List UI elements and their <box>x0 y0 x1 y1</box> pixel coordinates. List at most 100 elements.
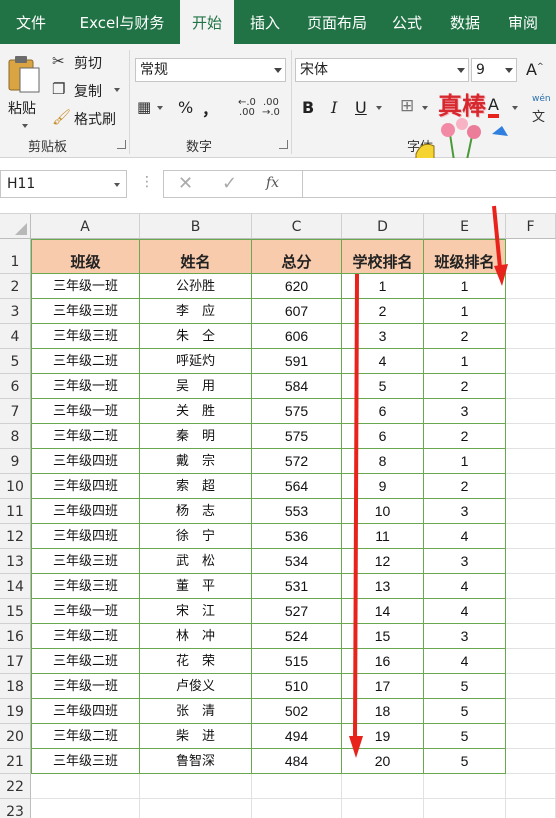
table-cell[interactable]: 2 <box>424 374 506 399</box>
row-header[interactable]: 2 <box>0 274 31 299</box>
table-cell[interactable]: 9 <box>342 474 424 499</box>
row-header[interactable]: 5 <box>0 349 31 374</box>
table-cell[interactable]: 3 <box>424 399 506 424</box>
increase-decimal-icon[interactable]: ←.0.00 <box>238 98 256 118</box>
table-cell[interactable]: 607 <box>252 299 342 324</box>
comma-style-button[interactable]: ， <box>202 96 218 120</box>
table-cell[interactable]: 索 超 <box>140 474 252 499</box>
table-cell[interactable]: 秦 明 <box>140 424 252 449</box>
table-cell[interactable]: 5 <box>342 374 424 399</box>
table-cell[interactable]: 5 <box>424 749 506 774</box>
tab-data[interactable]: 数据 <box>438 0 492 44</box>
table-cell[interactable]: 花 荣 <box>140 649 252 674</box>
column-header-d[interactable]: D <box>342 214 424 239</box>
table-cell[interactable]: 536 <box>252 524 342 549</box>
row-header[interactable]: 17 <box>0 649 31 674</box>
table-cell[interactable]: 三年级二班 <box>31 349 140 374</box>
row-header[interactable]: 4 <box>0 324 31 349</box>
formula-input[interactable] <box>303 170 556 198</box>
table-cell[interactable]: 2 <box>424 324 506 349</box>
table-cell[interactable]: 15 <box>342 624 424 649</box>
accounting-format-icon[interactable]: ▦ <box>137 98 151 116</box>
table-cell[interactable]: 572 <box>252 449 342 474</box>
table-cell[interactable]: 三年级四班 <box>31 699 140 724</box>
table-cell[interactable]: 三年级三班 <box>31 749 140 774</box>
table-cell[interactable]: 3 <box>424 624 506 649</box>
table-cell[interactable]: 4 <box>424 524 506 549</box>
table-cell[interactable]: 柴 进 <box>140 724 252 749</box>
row-header[interactable]: 21 <box>0 749 31 774</box>
increase-font-size-button[interactable]: A^ <box>526 60 544 79</box>
table-cell[interactable]: 3 <box>424 549 506 574</box>
row-header[interactable]: 12 <box>0 524 31 549</box>
table-cell[interactable]: 2 <box>424 424 506 449</box>
table-cell[interactable]: 关 胜 <box>140 399 252 424</box>
row-header[interactable]: 6 <box>0 374 31 399</box>
tab-review[interactable]: 审阅 <box>496 0 550 44</box>
table-header-cell[interactable]: 姓名 <box>140 239 252 274</box>
table-cell[interactable]: 606 <box>252 324 342 349</box>
bold-button[interactable]: B <box>302 98 314 117</box>
table-cell[interactable]: 16 <box>342 649 424 674</box>
underline-dropdown-icon[interactable] <box>376 106 382 110</box>
table-cell[interactable]: 18 <box>342 699 424 724</box>
table-cell[interactable]: 502 <box>252 699 342 724</box>
decrease-decimal-icon[interactable]: .00 →.0 <box>262 98 280 118</box>
table-cell[interactable]: 鲁智深 <box>140 749 252 774</box>
row-header[interactable]: 7 <box>0 399 31 424</box>
table-cell[interactable]: 553 <box>252 499 342 524</box>
table-cell[interactable]: 三年级二班 <box>31 624 140 649</box>
table-cell[interactable]: 20 <box>342 749 424 774</box>
table-cell[interactable]: 三年级一班 <box>31 274 140 299</box>
number-format-combo[interactable]: 常规 <box>135 58 286 82</box>
table-cell[interactable]: 三年级一班 <box>31 599 140 624</box>
table-cell[interactable]: 494 <box>252 724 342 749</box>
table-cell[interactable]: 17 <box>342 674 424 699</box>
table-cell[interactable]: 531 <box>252 574 342 599</box>
table-cell[interactable]: 徐 宁 <box>140 524 252 549</box>
table-cell[interactable]: 524 <box>252 624 342 649</box>
row-header[interactable]: 10 <box>0 474 31 499</box>
table-cell[interactable]: 527 <box>252 599 342 624</box>
table-cell[interactable]: 584 <box>252 374 342 399</box>
row-header[interactable]: 1 <box>0 239 31 274</box>
tab-formulas[interactable]: 公式 <box>382 0 432 44</box>
font-name-combo[interactable]: 宋体 <box>295 58 469 82</box>
table-cell[interactable]: 三年级三班 <box>31 324 140 349</box>
row-header[interactable]: 11 <box>0 499 31 524</box>
row-header[interactable]: 20 <box>0 724 31 749</box>
table-cell[interactable]: 武 松 <box>140 549 252 574</box>
table-cell[interactable]: 三年级二班 <box>31 724 140 749</box>
copy-button[interactable]: ❐ 复制 <box>52 80 126 100</box>
row-header[interactable]: 14 <box>0 574 31 599</box>
row-header[interactable]: 16 <box>0 624 31 649</box>
cut-button[interactable]: ✂ 剪切 <box>52 52 122 72</box>
table-cell[interactable]: 卢俊义 <box>140 674 252 699</box>
format-painter-button[interactable]: 🖌 格式刷 <box>52 108 126 128</box>
table-cell[interactable]: 三年级一班 <box>31 374 140 399</box>
table-cell[interactable]: 董 平 <box>140 574 252 599</box>
table-cell[interactable]: 2 <box>424 474 506 499</box>
column-header-e[interactable]: E <box>424 214 506 239</box>
table-cell[interactable]: 三年级三班 <box>31 549 140 574</box>
more-options-icon[interactable]: ⋮ <box>140 174 154 190</box>
table-cell[interactable]: 591 <box>252 349 342 374</box>
column-header-f[interactable]: F <box>506 214 556 239</box>
clipboard-launcher-icon[interactable] <box>117 140 126 149</box>
italic-button[interactable]: I <box>331 98 337 117</box>
table-cell[interactable]: 4 <box>424 574 506 599</box>
table-cell[interactable]: 三年级四班 <box>31 524 140 549</box>
font-size-combo[interactable]: 9 <box>471 58 517 82</box>
name-box[interactable]: H11 <box>0 170 127 198</box>
table-cell[interactable]: 3 <box>424 499 506 524</box>
table-cell[interactable]: 宋 江 <box>140 599 252 624</box>
table-cell[interactable]: 林 冲 <box>140 624 252 649</box>
row-header[interactable]: 23 <box>0 799 31 818</box>
table-cell[interactable]: 4 <box>342 349 424 374</box>
table-cell[interactable]: 620 <box>252 274 342 299</box>
row-header[interactable]: 22 <box>0 774 31 799</box>
table-cell[interactable]: 三年级二班 <box>31 649 140 674</box>
table-cell[interactable]: 吴 用 <box>140 374 252 399</box>
table-cell[interactable]: 三年级一班 <box>31 399 140 424</box>
table-cell[interactable]: 564 <box>252 474 342 499</box>
